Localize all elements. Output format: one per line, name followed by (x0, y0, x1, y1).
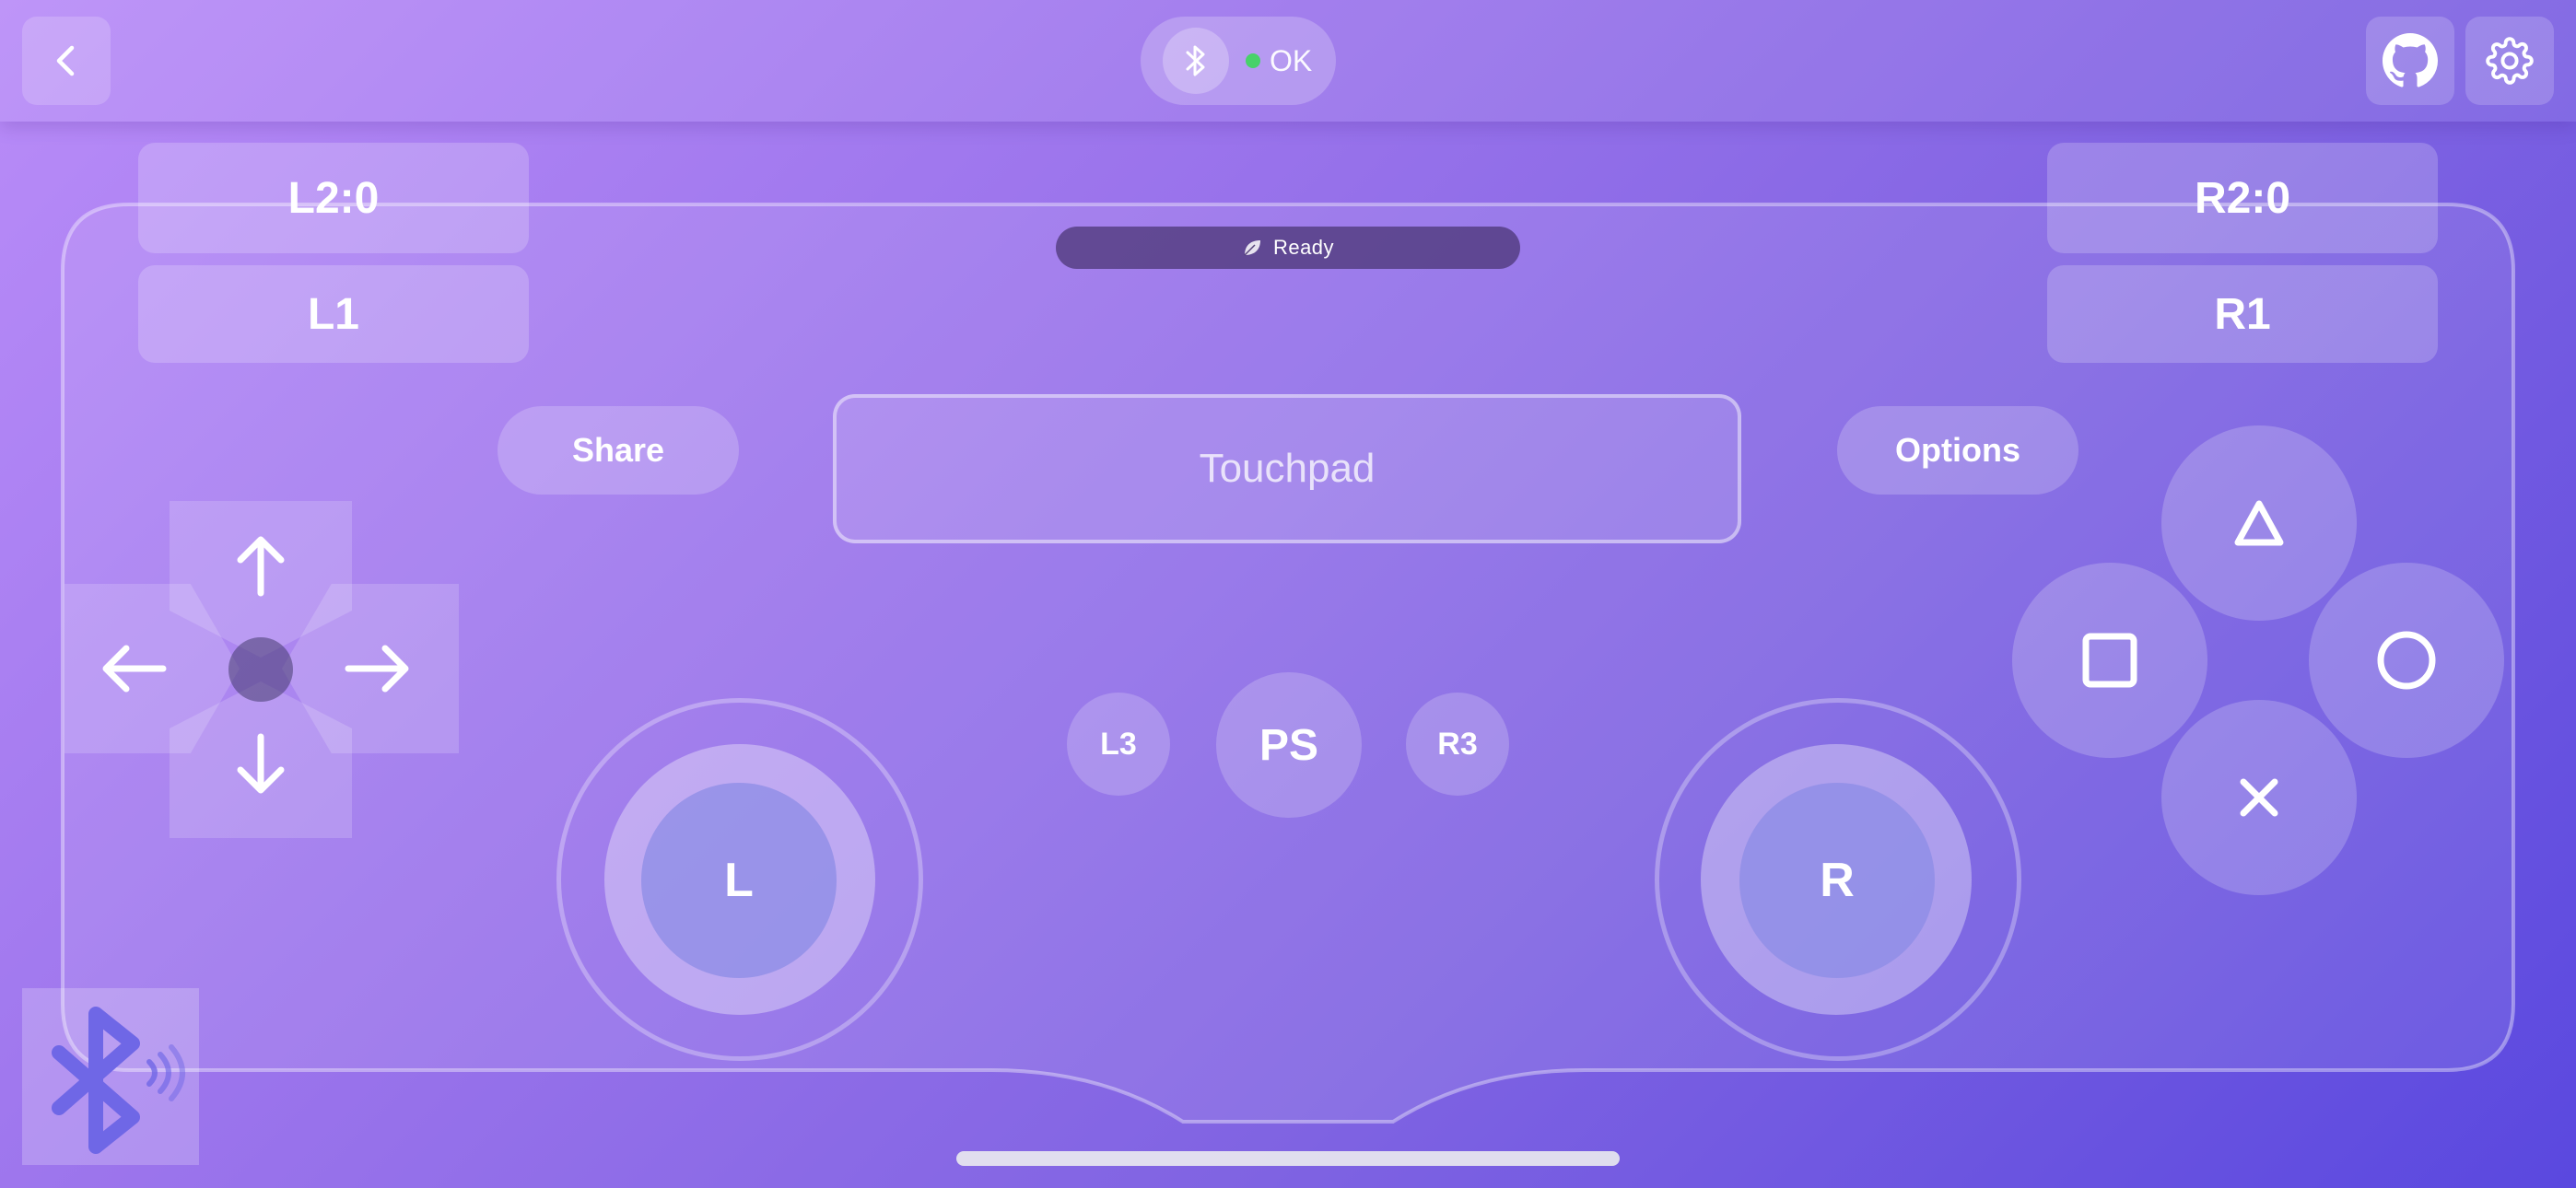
leaf-icon (1242, 238, 1262, 258)
ps-button[interactable]: PS (1216, 672, 1362, 818)
l1-label: L1 (307, 289, 359, 339)
r2-trigger[interactable]: R2:0 (2047, 143, 2438, 253)
home-indicator (956, 1151, 1620, 1166)
r1-button[interactable]: R1 (2047, 265, 2438, 363)
circle-button[interactable] (2309, 563, 2504, 758)
bluetooth-broadcast-badge[interactable] (22, 988, 199, 1165)
r3-button[interactable]: R3 (1406, 693, 1509, 796)
l2-trigger[interactable]: L2:0 (138, 143, 529, 253)
square-icon (2081, 632, 2138, 689)
dpad-center (228, 637, 293, 702)
arrow-down-icon (235, 733, 287, 796)
l3-button[interactable]: L3 (1067, 693, 1170, 796)
left-stick-knob[interactable]: L (641, 783, 837, 978)
bluetooth-broadcast-icon (22, 988, 199, 1165)
ready-label: Ready (1272, 236, 1335, 259)
touchpad-label: Touchpad (1199, 446, 1376, 491)
circle-icon (2376, 630, 2437, 691)
l2-label: L2:0 (287, 173, 380, 223)
right-stick-label: R (1820, 854, 1855, 907)
arrow-up-icon (235, 534, 287, 597)
triangle-icon (2233, 499, 2285, 547)
l3-label: L3 (1100, 726, 1137, 762)
square-button[interactable] (2012, 563, 2207, 758)
arrow-right-icon (345, 643, 411, 694)
cross-button[interactable] (2161, 700, 2357, 895)
triangle-button[interactable] (2161, 425, 2357, 621)
touchpad[interactable]: Touchpad (833, 394, 1741, 543)
right-stick-knob[interactable]: R (1739, 783, 1935, 978)
r1-label: R1 (2214, 289, 2271, 339)
left-stick-label: L (724, 854, 754, 907)
r3-label: R3 (1437, 726, 1478, 762)
r2-label: R2:0 (2194, 173, 2291, 223)
cross-icon (2239, 777, 2279, 818)
arrow-left-icon (100, 643, 167, 694)
l1-button[interactable]: L1 (138, 265, 529, 363)
ps-label: PS (1259, 720, 1319, 770)
options-button[interactable]: Options (1837, 406, 2078, 495)
ready-status: Ready (1056, 227, 1520, 269)
share-button[interactable]: Share (498, 406, 739, 495)
share-label: Share (571, 431, 665, 469)
options-label: Options (1895, 431, 2020, 469)
